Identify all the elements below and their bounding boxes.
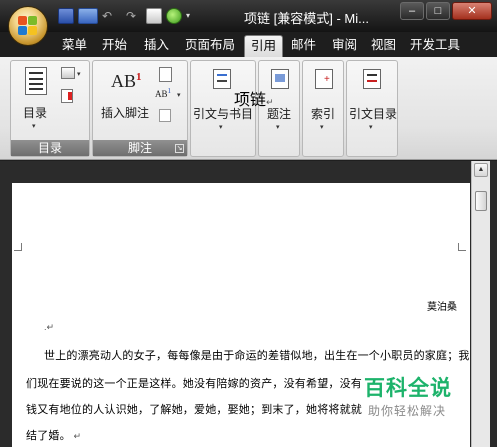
- vertical-scrollbar[interactable]: ▲: [471, 161, 490, 447]
- toc-group-label: 目录: [11, 140, 89, 156]
- caption-icon: [271, 69, 289, 89]
- document-author: 莫泊桑: [427, 302, 457, 313]
- document-title: 项链↵: [234, 92, 274, 109]
- document-line: 钱又有地位的人认识她，了解她，爱她，娶她；到末了，她将将就就: [26, 404, 362, 416]
- tab-menu[interactable]: 菜单: [56, 35, 93, 57]
- margin-corner-top-right: [458, 243, 466, 251]
- toa-button[interactable]: 引文目录 ▾: [347, 65, 397, 151]
- tab-home[interactable]: 开始: [96, 35, 133, 57]
- document-line: 结了婚。 ↵: [26, 430, 82, 442]
- footnotes-group: AB1 插入脚注 AB1 ▾ 脚注 ↘: [92, 60, 188, 157]
- window-edge: [490, 161, 497, 447]
- update-table-icon[interactable]: [61, 89, 73, 103]
- office-button[interactable]: [8, 6, 48, 46]
- footnote-icon: AB1: [111, 71, 142, 91]
- scroll-up-button[interactable]: ▲: [474, 163, 488, 177]
- index-button[interactable]: + 索引 ▾: [303, 65, 343, 151]
- ribbon-tabs: 菜单 开始 插入 页面布局 引用 邮件 审阅 视图 开发工具: [0, 32, 497, 57]
- tab-references[interactable]: 引用: [244, 35, 284, 57]
- insert-toa-icon: [363, 69, 381, 89]
- citations-dropdown-icon: ▾: [219, 124, 223, 131]
- tab-view[interactable]: 视图: [365, 35, 402, 57]
- print-preview-icon[interactable]: [146, 8, 162, 24]
- watermark-title: 百科全说: [364, 377, 452, 400]
- next-footnote-dropdown-icon: ▾: [177, 92, 181, 99]
- show-notes-icon[interactable]: [159, 109, 171, 122]
- minimize-button[interactable]: –: [400, 2, 424, 20]
- toa-group: 引文目录 ▾: [346, 60, 398, 157]
- toa-dropdown-icon: ▾: [369, 124, 373, 131]
- index-group: + 索引 ▾: [302, 60, 344, 157]
- footnotes-group-label: 脚注: [93, 140, 187, 156]
- office-logo-icon: [18, 16, 38, 36]
- next-footnote-icon[interactable]: AB1: [155, 87, 171, 99]
- close-button[interactable]: ✕: [452, 2, 492, 20]
- add-text-icon[interactable]: [61, 67, 75, 79]
- toc-group: 目录 ▾ ▾ 目录: [10, 60, 90, 157]
- insert-footnote-button[interactable]: AB1 插入脚注: [97, 65, 157, 137]
- insert-citation-icon: [213, 69, 231, 89]
- tab-review[interactable]: 审阅: [326, 35, 363, 57]
- scroll-thumb[interactable]: [475, 191, 487, 211]
- insert-footnote-label: 插入脚注: [101, 106, 150, 120]
- save-icon[interactable]: [58, 8, 74, 24]
- watermark-subtitle: 助你轻松解决: [368, 404, 447, 418]
- quick-access-toolbar: ↶ ↷ ▾: [58, 7, 196, 25]
- customize-qat-icon[interactable]: [78, 8, 98, 24]
- spell-icon[interactable]: [166, 8, 182, 24]
- toc-button-label: 目录: [23, 106, 48, 120]
- captions-dropdown-icon: ▾: [276, 124, 280, 131]
- index-icon: +: [315, 69, 333, 89]
- toa-label: 引文目录: [349, 107, 398, 121]
- tab-developer[interactable]: 开发工具: [404, 35, 466, 57]
- page-top-strip: [8, 161, 470, 183]
- restore-button[interactable]: □: [426, 2, 450, 20]
- toc-icon: [25, 67, 47, 95]
- toc-button[interactable]: 目录 ▾: [15, 65, 55, 137]
- watermark: 百科全说 助你轻松解决: [360, 372, 460, 420]
- margin-corner-top-left: [14, 243, 22, 251]
- footnotes-dialog-launcher-icon[interactable]: ↘: [175, 144, 184, 153]
- window-controls: – □ ✕: [400, 2, 492, 20]
- document-line: 们现在要说的这一个正是这样。她没有陪嫁的资产，没有希望，没有: [26, 378, 362, 390]
- tab-page-layout[interactable]: 页面布局: [179, 35, 241, 57]
- title-bar: ↶ ↷ ▾ 项链 [兼容模式] - Mi... – □ ✕: [0, 0, 497, 32]
- tab-insert[interactable]: 插入: [138, 35, 175, 57]
- window-title: 项链 [兼容模式] - Mi...: [244, 11, 369, 26]
- index-label: 索引: [311, 107, 336, 121]
- insert-endnote-icon[interactable]: [159, 67, 172, 82]
- add-text-dropdown-icon: ▾: [77, 71, 81, 78]
- paragraph-mark: .↵: [44, 322, 55, 332]
- document-line: 世上的漂亮动人的女子，每每像是由于命运的差错似地，出生在一个小职员的家庭；我: [44, 350, 470, 362]
- undo-icon[interactable]: ↶: [102, 8, 122, 24]
- tab-mailings[interactable]: 邮件: [285, 35, 322, 57]
- redo-icon[interactable]: ↷: [126, 8, 142, 24]
- qat-dropdown-icon[interactable]: ▾: [186, 8, 196, 24]
- toc-dropdown-icon: ▾: [32, 123, 36, 130]
- index-dropdown-icon: ▾: [320, 124, 324, 131]
